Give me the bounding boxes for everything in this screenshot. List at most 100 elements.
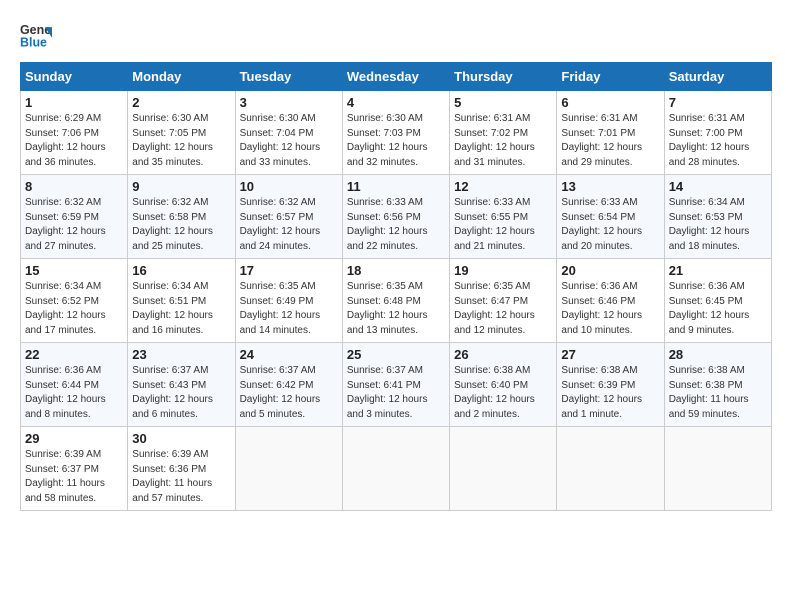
day-info: Sunrise: 6:32 AMSunset: 6:58 PMDaylight:… [132, 197, 213, 252]
day-info: Sunrise: 6:31 AMSunset: 7:00 PMDaylight:… [669, 113, 750, 168]
day-number: 28 [669, 347, 767, 362]
day-info: Sunrise: 6:39 AMSunset: 6:36 PMDaylight:… [132, 449, 212, 504]
calendar-cell: 30 Sunrise: 6:39 AMSunset: 6:36 PMDaylig… [128, 427, 235, 511]
calendar-cell: 5 Sunrise: 6:31 AMSunset: 7:02 PMDayligh… [450, 91, 557, 175]
day-info: Sunrise: 6:35 AMSunset: 6:49 PMDaylight:… [240, 281, 321, 336]
dow-header-sunday: Sunday [21, 63, 128, 91]
day-info: Sunrise: 6:30 AMSunset: 7:05 PMDaylight:… [132, 113, 213, 168]
calendar-cell: 22 Sunrise: 6:36 AMSunset: 6:44 PMDaylig… [21, 343, 128, 427]
logo-icon: General Blue [20, 20, 52, 52]
day-number: 6 [561, 95, 659, 110]
day-number: 19 [454, 263, 552, 278]
day-number: 12 [454, 179, 552, 194]
calendar-week-4: 22 Sunrise: 6:36 AMSunset: 6:44 PMDaylig… [21, 343, 772, 427]
calendar-body: 1 Sunrise: 6:29 AMSunset: 7:06 PMDayligh… [21, 91, 772, 511]
day-number: 10 [240, 179, 338, 194]
calendar-week-3: 15 Sunrise: 6:34 AMSunset: 6:52 PMDaylig… [21, 259, 772, 343]
calendar-cell: 29 Sunrise: 6:39 AMSunset: 6:37 PMDaylig… [21, 427, 128, 511]
day-number: 20 [561, 263, 659, 278]
calendar-cell: 25 Sunrise: 6:37 AMSunset: 6:41 PMDaylig… [342, 343, 449, 427]
calendar-cell: 28 Sunrise: 6:38 AMSunset: 6:38 PMDaylig… [664, 343, 771, 427]
day-info: Sunrise: 6:31 AMSunset: 7:01 PMDaylight:… [561, 113, 642, 168]
calendar-cell: 21 Sunrise: 6:36 AMSunset: 6:45 PMDaylig… [664, 259, 771, 343]
day-info: Sunrise: 6:34 AMSunset: 6:51 PMDaylight:… [132, 281, 213, 336]
day-number: 26 [454, 347, 552, 362]
calendar-table: SundayMondayTuesdayWednesdayThursdayFrid… [20, 62, 772, 511]
dow-header-saturday: Saturday [664, 63, 771, 91]
calendar-cell: 19 Sunrise: 6:35 AMSunset: 6:47 PMDaylig… [450, 259, 557, 343]
calendar-cell [235, 427, 342, 511]
calendar-cell: 3 Sunrise: 6:30 AMSunset: 7:04 PMDayligh… [235, 91, 342, 175]
day-number: 13 [561, 179, 659, 194]
day-info: Sunrise: 6:33 AMSunset: 6:56 PMDaylight:… [347, 197, 428, 252]
day-number: 27 [561, 347, 659, 362]
svg-text:Blue: Blue [20, 36, 47, 50]
day-info: Sunrise: 6:34 AMSunset: 6:53 PMDaylight:… [669, 197, 750, 252]
day-number: 14 [669, 179, 767, 194]
dow-header-wednesday: Wednesday [342, 63, 449, 91]
day-info: Sunrise: 6:38 AMSunset: 6:40 PMDaylight:… [454, 365, 535, 420]
day-number: 25 [347, 347, 445, 362]
day-info: Sunrise: 6:33 AMSunset: 6:55 PMDaylight:… [454, 197, 535, 252]
day-number: 30 [132, 431, 230, 446]
calendar-cell: 24 Sunrise: 6:37 AMSunset: 6:42 PMDaylig… [235, 343, 342, 427]
day-number: 9 [132, 179, 230, 194]
day-number: 18 [347, 263, 445, 278]
day-info: Sunrise: 6:34 AMSunset: 6:52 PMDaylight:… [25, 281, 106, 336]
calendar-week-2: 8 Sunrise: 6:32 AMSunset: 6:59 PMDayligh… [21, 175, 772, 259]
day-number: 11 [347, 179, 445, 194]
day-number: 8 [25, 179, 123, 194]
calendar-cell: 7 Sunrise: 6:31 AMSunset: 7:00 PMDayligh… [664, 91, 771, 175]
dow-header-monday: Monday [128, 63, 235, 91]
day-info: Sunrise: 6:36 AMSunset: 6:46 PMDaylight:… [561, 281, 642, 336]
day-info: Sunrise: 6:38 AMSunset: 6:39 PMDaylight:… [561, 365, 642, 420]
calendar-cell: 11 Sunrise: 6:33 AMSunset: 6:56 PMDaylig… [342, 175, 449, 259]
day-number: 16 [132, 263, 230, 278]
calendar-cell: 17 Sunrise: 6:35 AMSunset: 6:49 PMDaylig… [235, 259, 342, 343]
calendar-cell: 23 Sunrise: 6:37 AMSunset: 6:43 PMDaylig… [128, 343, 235, 427]
dow-header-tuesday: Tuesday [235, 63, 342, 91]
day-number: 5 [454, 95, 552, 110]
calendar-cell: 20 Sunrise: 6:36 AMSunset: 6:46 PMDaylig… [557, 259, 664, 343]
page-header: General Blue [20, 20, 772, 52]
dow-header-thursday: Thursday [450, 63, 557, 91]
calendar-cell: 10 Sunrise: 6:32 AMSunset: 6:57 PMDaylig… [235, 175, 342, 259]
day-info: Sunrise: 6:35 AMSunset: 6:47 PMDaylight:… [454, 281, 535, 336]
calendar-cell: 18 Sunrise: 6:35 AMSunset: 6:48 PMDaylig… [342, 259, 449, 343]
day-info: Sunrise: 6:32 AMSunset: 6:59 PMDaylight:… [25, 197, 106, 252]
day-number: 24 [240, 347, 338, 362]
day-number: 21 [669, 263, 767, 278]
calendar-week-1: 1 Sunrise: 6:29 AMSunset: 7:06 PMDayligh… [21, 91, 772, 175]
calendar-cell [342, 427, 449, 511]
calendar-cell [557, 427, 664, 511]
calendar-cell: 27 Sunrise: 6:38 AMSunset: 6:39 PMDaylig… [557, 343, 664, 427]
calendar-cell [664, 427, 771, 511]
calendar-cell: 6 Sunrise: 6:31 AMSunset: 7:01 PMDayligh… [557, 91, 664, 175]
day-number: 2 [132, 95, 230, 110]
day-number: 22 [25, 347, 123, 362]
day-number: 15 [25, 263, 123, 278]
day-number: 17 [240, 263, 338, 278]
days-of-week-row: SundayMondayTuesdayWednesdayThursdayFrid… [21, 63, 772, 91]
day-number: 3 [240, 95, 338, 110]
calendar-cell: 14 Sunrise: 6:34 AMSunset: 6:53 PMDaylig… [664, 175, 771, 259]
day-info: Sunrise: 6:32 AMSunset: 6:57 PMDaylight:… [240, 197, 321, 252]
logo: General Blue [20, 20, 52, 52]
calendar-cell: 1 Sunrise: 6:29 AMSunset: 7:06 PMDayligh… [21, 91, 128, 175]
day-info: Sunrise: 6:36 AMSunset: 6:44 PMDaylight:… [25, 365, 106, 420]
calendar-cell: 9 Sunrise: 6:32 AMSunset: 6:58 PMDayligh… [128, 175, 235, 259]
day-info: Sunrise: 6:39 AMSunset: 6:37 PMDaylight:… [25, 449, 105, 504]
day-number: 1 [25, 95, 123, 110]
calendar-cell: 15 Sunrise: 6:34 AMSunset: 6:52 PMDaylig… [21, 259, 128, 343]
calendar-cell: 16 Sunrise: 6:34 AMSunset: 6:51 PMDaylig… [128, 259, 235, 343]
calendar-week-5: 29 Sunrise: 6:39 AMSunset: 6:37 PMDaylig… [21, 427, 772, 511]
day-info: Sunrise: 6:29 AMSunset: 7:06 PMDaylight:… [25, 113, 106, 168]
day-number: 4 [347, 95, 445, 110]
calendar-cell: 13 Sunrise: 6:33 AMSunset: 6:54 PMDaylig… [557, 175, 664, 259]
day-info: Sunrise: 6:36 AMSunset: 6:45 PMDaylight:… [669, 281, 750, 336]
day-number: 29 [25, 431, 123, 446]
day-info: Sunrise: 6:37 AMSunset: 6:43 PMDaylight:… [132, 365, 213, 420]
day-info: Sunrise: 6:31 AMSunset: 7:02 PMDaylight:… [454, 113, 535, 168]
calendar-cell: 12 Sunrise: 6:33 AMSunset: 6:55 PMDaylig… [450, 175, 557, 259]
calendar-cell: 26 Sunrise: 6:38 AMSunset: 6:40 PMDaylig… [450, 343, 557, 427]
